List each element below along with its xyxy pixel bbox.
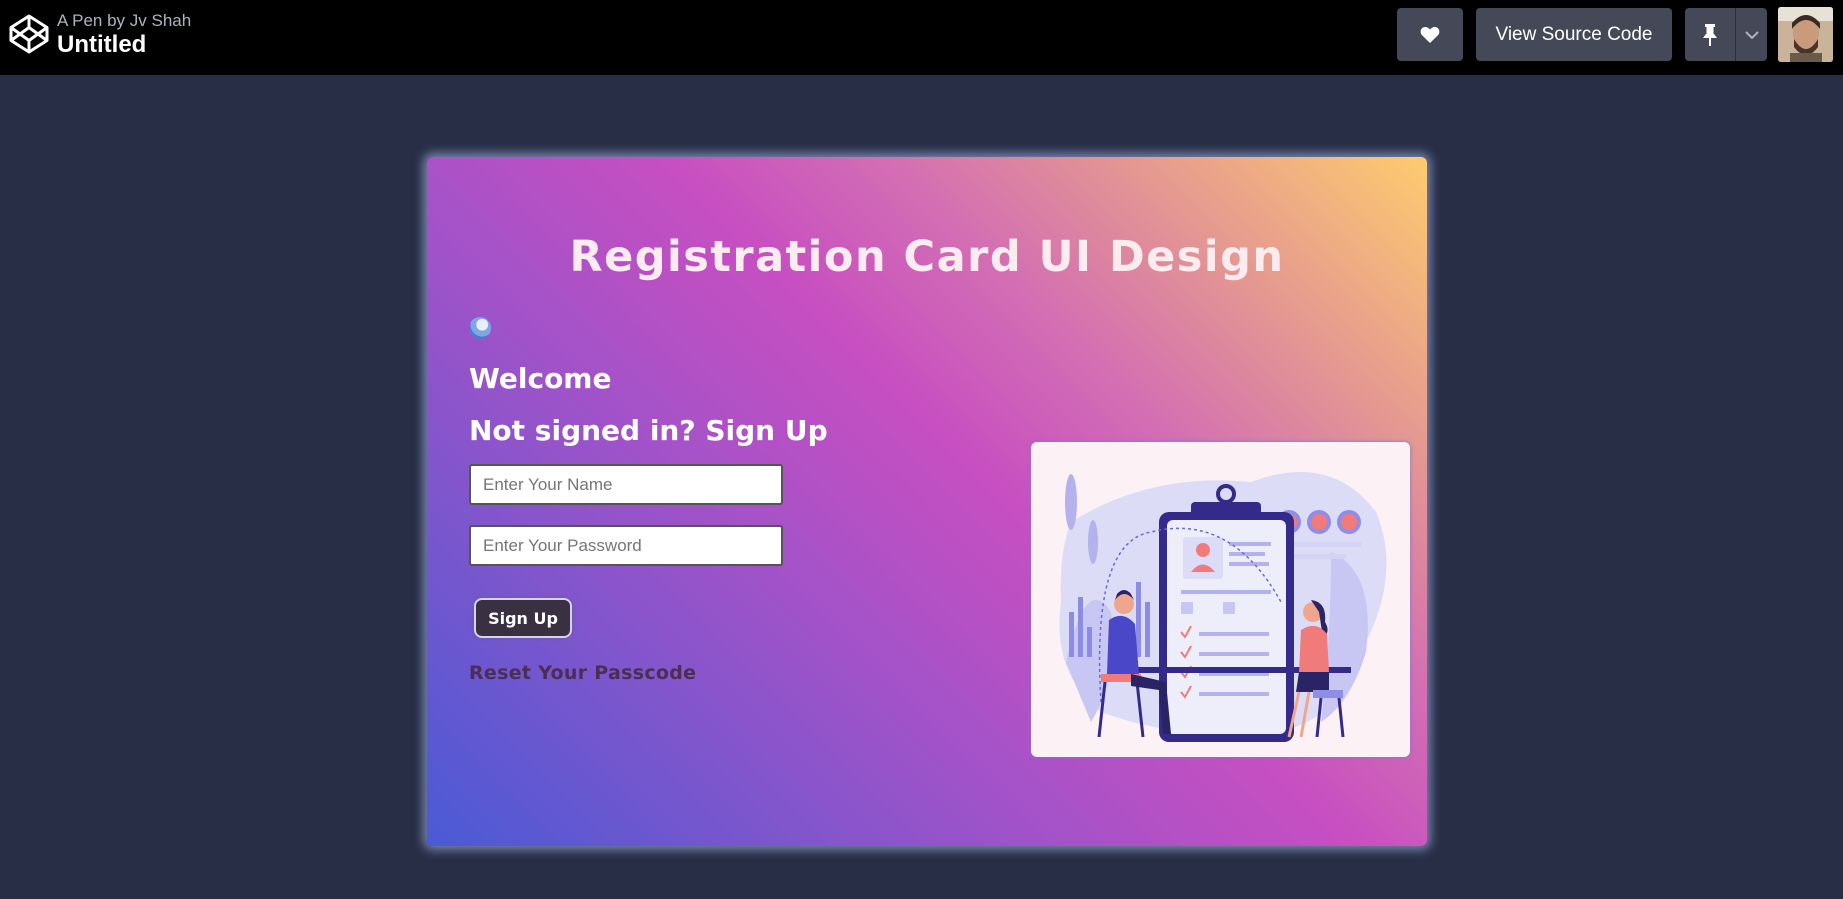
codepen-header: A Pen by Jv Shah Untitled View Source Co… [0,0,1843,76]
pen-author[interactable]: A Pen by Jv Shah [57,10,191,31]
pen-title: Untitled [57,31,147,58]
pin-icon [1703,23,1717,46]
broken-image-icon [469,317,491,339]
name-input[interactable] [469,464,783,505]
reset-passcode-link[interactable]: Reset Your Passcode [469,662,696,684]
chevron-down-icon [1744,30,1759,39]
signup-heading: Not signed in? Sign Up [469,414,828,447]
pin-options-button[interactable] [1735,8,1767,61]
password-input[interactable] [469,525,783,566]
pin-button[interactable] [1685,8,1735,61]
card-title: Registration Card UI Design [569,232,1285,282]
view-source-button[interactable]: View Source Code [1476,8,1672,61]
registration-illustration [1031,442,1410,757]
welcome-heading: Welcome [469,362,612,395]
avatar[interactable] [1778,7,1833,62]
registration-card: Registration Card UI Design Welcome Not … [427,157,1427,846]
signup-button[interactable]: Sign Up [474,598,572,638]
codepen-logo-icon[interactable] [9,14,49,54]
pen-meta: A Pen by Jv Shah Untitled [57,10,191,59]
heart-button[interactable] [1397,8,1463,61]
heart-icon [1420,26,1440,43]
